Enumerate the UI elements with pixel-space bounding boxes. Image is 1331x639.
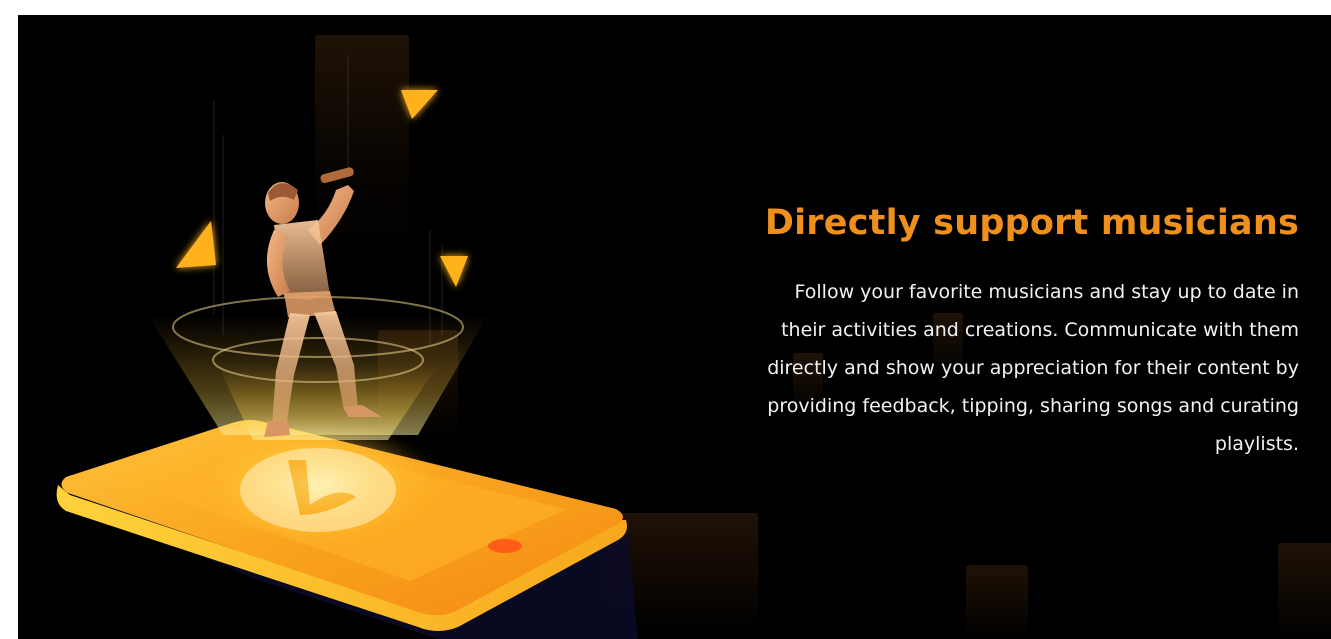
background-bar	[966, 565, 1028, 639]
triangle-icon	[440, 256, 468, 287]
home-button-icon	[488, 539, 522, 553]
description-line: playlists.	[1214, 433, 1299, 455]
description-line: Follow your favorite musicians and stay …	[794, 281, 1299, 303]
feature-section: Directly support musicians Follow your f…	[18, 15, 1331, 639]
triangle-icon	[176, 221, 216, 268]
triangle-icon	[401, 90, 438, 119]
background-bar	[1278, 543, 1331, 639]
singer-phone-illustration	[56, 55, 638, 639]
section-description: Follow your favorite musicians and stay …	[699, 273, 1299, 463]
description-line: providing feedback, tipping, sharing son…	[767, 395, 1299, 417]
description-line: their activities and creations. Communic…	[781, 319, 1299, 341]
section-heading: Directly support musicians	[764, 203, 1299, 243]
music-note-icon	[240, 448, 396, 532]
description-line: directly and show your appreciation for …	[767, 357, 1299, 379]
feature-text: Directly support musicians Follow your f…	[699, 201, 1299, 463]
